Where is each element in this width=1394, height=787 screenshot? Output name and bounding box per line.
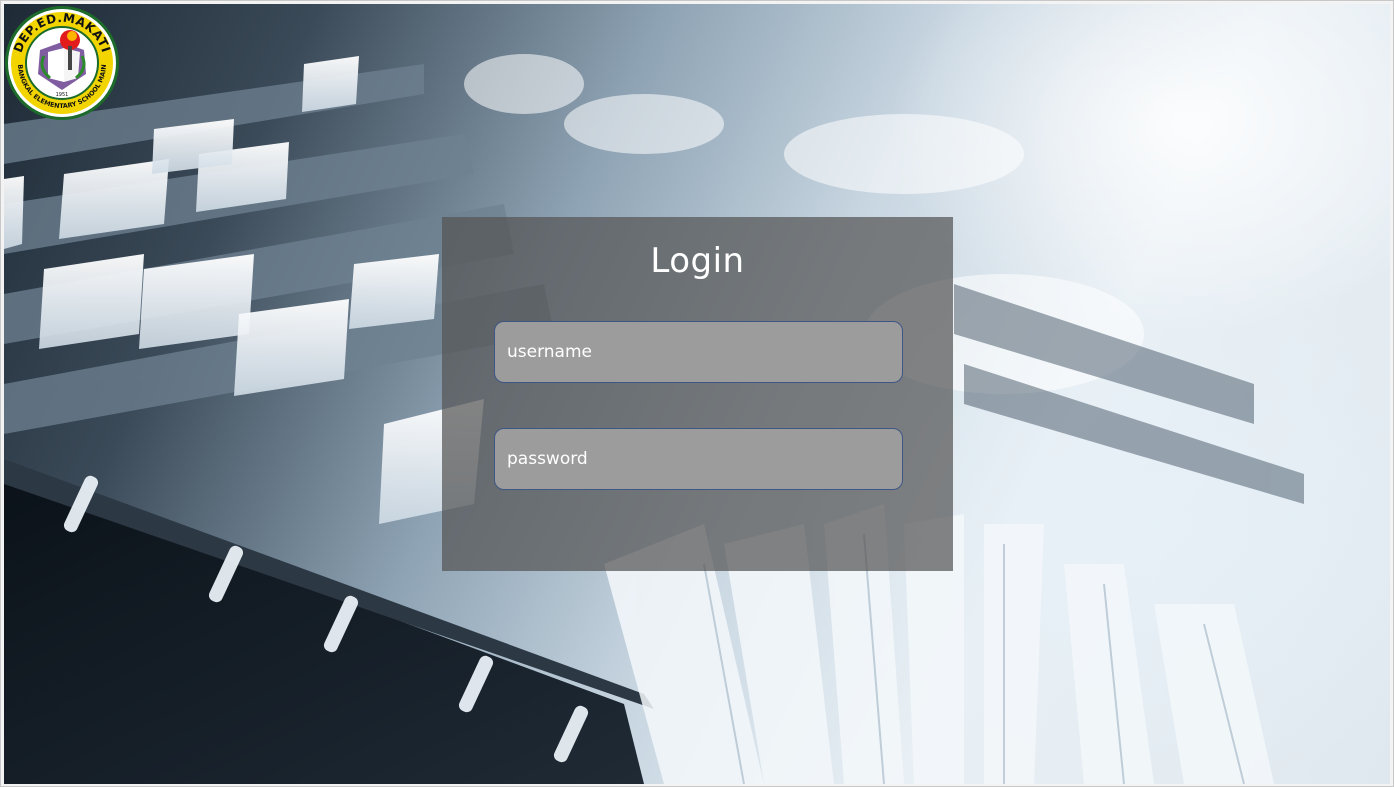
background-filing-cabinet-image: DEP.ED.MAKATI BANGKAL ELEMENTARY SCHOOL … (4, 4, 1390, 784)
school-seal-icon: DEP.ED.MAKATI BANGKAL ELEMENTARY SCHOOL … (5, 6, 119, 120)
username-input[interactable] (507, 342, 902, 362)
password-input[interactable] (507, 449, 902, 469)
login-panel: Login (442, 217, 953, 571)
logo-year: 1951 (56, 92, 69, 98)
window-frame: DEP.ED.MAKATI BANGKAL ELEMENTARY SCHOOL … (0, 0, 1394, 787)
login-title: Login (650, 241, 745, 281)
username-field[interactable] (494, 321, 903, 383)
password-field[interactable] (494, 428, 903, 490)
